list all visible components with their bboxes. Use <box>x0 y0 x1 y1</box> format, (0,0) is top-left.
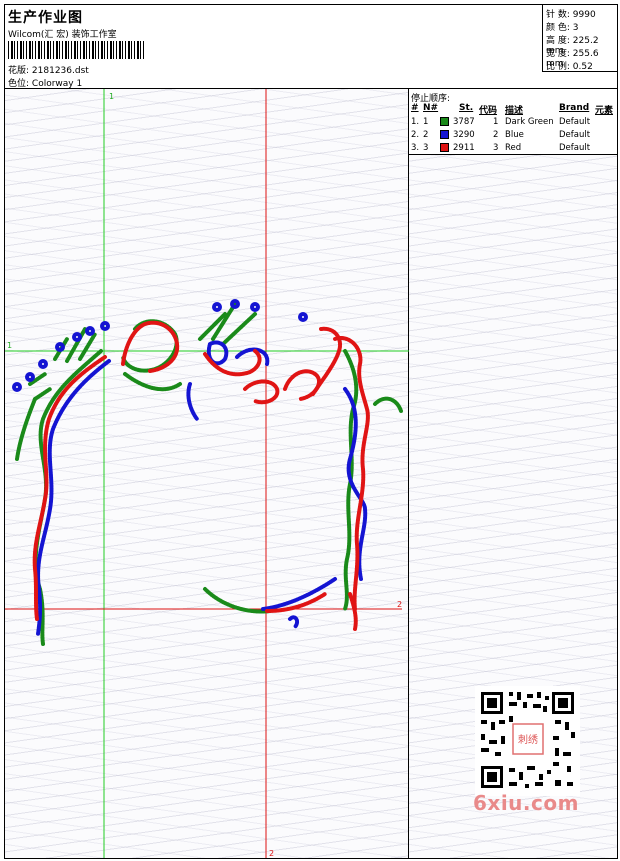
row-needle: 1 <box>423 117 429 127</box>
stat-label: 颜 色: <box>546 23 570 33</box>
stop-sequence-panel: 停止顺序: # N# St. 代码 描述 Brand 元素 1. 1 3787 … <box>409 89 617 858</box>
row-code: 1 <box>493 117 499 127</box>
stat-label: 高 度: <box>546 36 570 46</box>
col-stitches: St. <box>459 103 474 113</box>
page-title: 生产作业图 <box>8 10 83 26</box>
colorway-line: 色位: Colorway 1 <box>8 76 82 89</box>
row-index: 3. <box>411 143 420 153</box>
row-code: 3 <box>493 143 499 153</box>
qr-code-graphic: 刺绣 <box>481 692 575 788</box>
row-description: Blue <box>505 130 524 140</box>
stat-value: 3 <box>572 23 579 33</box>
stat-value: 9990 <box>572 10 596 20</box>
guide-label-top-1: 1 <box>109 92 114 101</box>
table-row: 3. 3 2911 3 Red Default <box>409 142 617 155</box>
color-swatch <box>440 130 449 139</box>
qr-code: 刺绣 <box>475 686 580 796</box>
colorway-label: 色位: <box>8 79 30 89</box>
col-description: 描述 <box>505 106 524 116</box>
watermark-logo: 6xiu.com <box>473 791 579 815</box>
col-code: 代码 <box>479 106 498 116</box>
stat-colors: 颜 色: 3 <box>546 20 579 33</box>
row-needle: 3 <box>423 143 429 153</box>
color-swatch <box>440 143 449 152</box>
table-row: 2. 2 3290 2 Blue Default <box>409 129 617 142</box>
embroidery-preview: 1 2 1 2 <box>5 89 409 858</box>
guide-label-left-1: 1 <box>7 341 12 350</box>
colorway-value: Colorway 1 <box>31 79 83 89</box>
stitches-red <box>32 320 370 631</box>
table-row: 1. 1 3787 1 Dark Green Default <box>409 116 617 129</box>
guide-label-bottom-2: 2 <box>269 849 274 858</box>
row-index: 1. <box>411 117 420 127</box>
design-file-value: 2181236.dst <box>31 66 89 76</box>
row-brand: Default <box>559 143 591 153</box>
qr-badge-text: 刺绣 <box>518 733 538 746</box>
col-brand: Brand <box>559 103 590 113</box>
design-stats: 针 数: 9990 颜 色: 3 高 度: 225.2 mm 宽 度: 255.… <box>542 5 617 72</box>
col-element: 元素 <box>595 106 614 116</box>
row-stitches: 3290 <box>453 130 475 140</box>
design-file-label: 花版: <box>8 66 30 76</box>
stat-label: 宽 度: <box>546 49 570 59</box>
stop-sequence-table: 停止顺序: # N# St. 代码 描述 Brand 元素 1. 1 3787 … <box>409 89 617 155</box>
stat-label: 比 例: <box>546 62 570 72</box>
row-needle: 2 <box>423 130 429 140</box>
row-stitches: 2911 <box>453 143 475 153</box>
row-description: Dark Green <box>505 117 554 127</box>
col-index: # <box>411 103 419 113</box>
design-file-line: 花版: 2181236.dst <box>8 63 89 76</box>
guide-label-right-2: 2 <box>397 600 402 609</box>
stat-label: 针 数: <box>546 10 570 20</box>
studio-name: Wilcom(汇 宏) 装饰工作室 <box>8 30 117 40</box>
color-swatch <box>440 117 449 126</box>
production-sheet: 生产作业图 Wilcom(汇 宏) 装饰工作室 花版: 2181236.dst … <box>4 4 618 859</box>
stat-scale: 比 例: 0.52 <box>546 59 593 72</box>
stat-value: 0.52 <box>572 62 593 72</box>
row-description: Red <box>505 143 522 153</box>
col-needle: N# <box>423 103 439 113</box>
row-code: 2 <box>493 130 499 140</box>
stat-stitches: 针 数: 9990 <box>546 7 596 20</box>
barcode <box>8 41 144 59</box>
design-canvas: 1 2 1 2 <box>5 89 409 858</box>
sheet-header: 生产作业图 Wilcom(汇 宏) 装饰工作室 花版: 2181236.dst … <box>5 5 617 89</box>
row-index: 2. <box>411 130 420 140</box>
row-stitches: 3787 <box>453 117 475 127</box>
row-brand: Default <box>559 117 591 127</box>
row-brand: Default <box>559 130 591 140</box>
